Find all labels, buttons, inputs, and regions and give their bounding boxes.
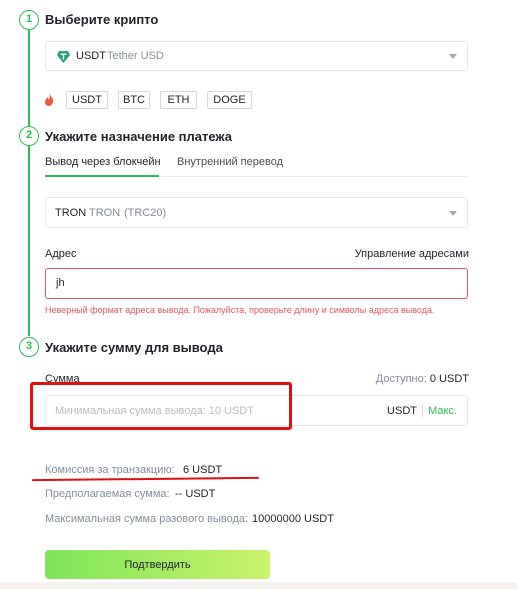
crypto-name: Tether USD: [107, 50, 164, 62]
expected-amount-label: Предполагаемая сумма:: [45, 488, 170, 500]
address-error-message: Неверный формат адреса вывода. Пожалуйст…: [45, 305, 435, 315]
max-single-value: 10000000 USDT: [252, 513, 334, 525]
step-1-title: Выберите крипто: [45, 12, 159, 27]
bottom-strip: [0, 582, 517, 589]
max-amount-button[interactable]: Макс.: [428, 405, 457, 417]
step-2-title: Укажите назначение платежа: [45, 129, 233, 144]
network-standard: (TRC20): [124, 207, 167, 219]
expected-amount-value: -- USDT: [175, 488, 216, 500]
network-name: TRON: [89, 207, 121, 219]
chevron-down-icon: [449, 54, 457, 59]
fee-value: 6 USDT: [183, 464, 223, 476]
manage-addresses-link[interactable]: Управление адресами: [355, 248, 469, 260]
coin-chip-usdt[interactable]: USDT: [66, 91, 108, 109]
address-label: Адрес: [45, 248, 77, 260]
step-3-indicator: 3: [19, 337, 39, 357]
step-2-indicator: 2: [19, 126, 39, 146]
max-single-label: Максимальная сумма разового вывода:: [45, 513, 249, 525]
tab-active-indicator: [45, 175, 159, 177]
network-select[interactable]: TRON TRON (TRC20): [45, 197, 468, 228]
fee-label: Комиссия за транзакцию:: [45, 464, 175, 476]
network-symbol: TRON: [55, 207, 87, 219]
available-value: 0 USDT: [429, 373, 469, 385]
chevron-down-icon: [449, 210, 457, 216]
tether-icon: [57, 50, 70, 68]
available-label: Доступно:: [375, 373, 427, 385]
confirm-button[interactable]: Подтвердить: [45, 550, 270, 579]
unit-divider: [422, 405, 423, 417]
address-input[interactable]: jh: [45, 268, 468, 299]
coin-chip-btc[interactable]: BTC: [118, 91, 150, 109]
available-balance: Доступно: 0 USDT: [376, 373, 469, 385]
fire-icon: [44, 93, 54, 111]
annotation-highlight-box: [30, 382, 292, 430]
progress-rail-2: [28, 146, 30, 336]
tab-blockchain-withdraw[interactable]: Вывод через блокчейн: [45, 156, 161, 168]
coin-chip-doge[interactable]: DOGE: [207, 91, 252, 109]
crypto-select[interactable]: USDT Tether USD: [45, 41, 468, 71]
progress-rail-1: [28, 30, 30, 127]
crypto-symbol: USDT: [76, 50, 106, 62]
step-3-title: Укажите сумму для вывода: [45, 340, 223, 355]
annotation-underline: [31, 476, 260, 482]
coin-chip-eth[interactable]: ETH: [160, 91, 197, 109]
amount-unit: USDT: [387, 405, 417, 417]
tab-internal-transfer[interactable]: Внутренний перевод: [177, 156, 283, 168]
step-1-indicator: 1: [19, 10, 39, 30]
